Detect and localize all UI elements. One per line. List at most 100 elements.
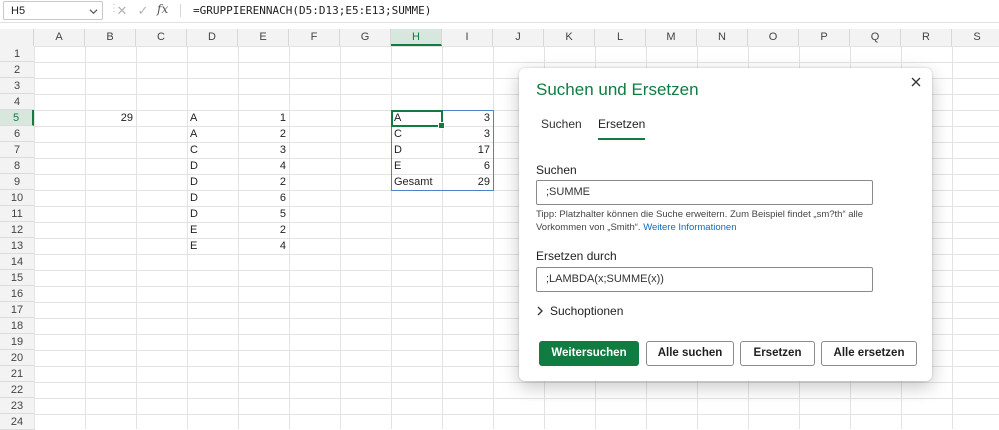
cell-d7[interactable]: C — [187, 142, 241, 158]
tab-search[interactable]: Suchen — [541, 117, 582, 138]
select-all-corner[interactable] — [0, 29, 34, 46]
active-cell-highlight[interactable] — [391, 110, 445, 129]
replace-label: Ersetzen durch — [536, 249, 617, 263]
row-header-15[interactable]: 15 — [0, 270, 34, 286]
cancel-icon[interactable]: ✕ — [114, 3, 130, 18]
cell-d13[interactable]: E — [187, 238, 241, 254]
row-header-21[interactable]: 21 — [0, 366, 34, 382]
cell-e13[interactable]: 4 — [238, 238, 289, 254]
search-options-label: Suchoptionen — [550, 304, 624, 318]
formula-input[interactable]: =GRUPPIERENNACH(D5:D13;E5:E13;SUMME) — [193, 4, 431, 17]
chevron-down-icon[interactable] — [89, 7, 98, 16]
more-info-link[interactable]: Weitere Informationen — [643, 222, 736, 233]
row-header-3[interactable]: 3 — [0, 78, 34, 94]
column-header-l[interactable]: L — [595, 29, 646, 46]
cell-d5[interactable]: A — [187, 110, 241, 126]
check-icon[interactable]: ✓ — [135, 3, 151, 18]
cell-e6[interactable]: 2 — [238, 126, 289, 142]
cell-e5[interactable]: 1 — [238, 110, 289, 126]
cell-d8[interactable]: D — [187, 158, 241, 174]
row-header-8[interactable]: 8 — [0, 158, 34, 174]
row-header-10[interactable]: 10 — [0, 190, 34, 206]
dialog-title: Suchen und Ersetzen — [536, 80, 699, 99]
row-header-4[interactable]: 4 — [0, 94, 34, 110]
row-header-22[interactable]: 22 — [0, 382, 34, 398]
cell-h7[interactable]: D — [391, 142, 445, 158]
column-header-d[interactable]: D — [187, 29, 238, 46]
row-header-2[interactable]: 2 — [0, 62, 34, 78]
cell-i7[interactable]: 17 — [442, 142, 493, 158]
close-icon[interactable] — [908, 74, 924, 90]
column-header-e[interactable]: E — [238, 29, 289, 46]
cell-e9[interactable]: 2 — [238, 174, 289, 190]
row-header-13[interactable]: 13 — [0, 238, 34, 254]
function-icon[interactable]: fx — [157, 2, 168, 16]
formula-separator — [180, 4, 181, 17]
name-box-value: H5 — [11, 5, 26, 17]
column-header-n[interactable]: N — [697, 29, 748, 46]
cell-d9[interactable]: D — [187, 174, 241, 190]
row-header-18[interactable]: 18 — [0, 318, 34, 334]
replace-all-button[interactable]: Alle ersetzen — [821, 341, 917, 366]
cell-h6[interactable]: C — [391, 126, 445, 142]
cell-b5[interactable]: 29 — [85, 110, 136, 126]
cell-d11[interactable]: D — [187, 206, 241, 222]
column-header-a[interactable]: A — [34, 29, 85, 46]
formula-bar: H5 ⋮ ✕ ✓ fx =GRUPPIERENNACH(D5:D13;E5:E1… — [0, 0, 999, 23]
cell-d10[interactable]: D — [187, 190, 241, 206]
column-header-p[interactable]: P — [799, 29, 850, 46]
row-header-11[interactable]: 11 — [0, 206, 34, 222]
column-header-i[interactable]: I — [442, 29, 493, 46]
row-header-14[interactable]: 14 — [0, 254, 34, 270]
column-header-g[interactable]: G — [340, 29, 391, 46]
row-header-6[interactable]: 6 — [0, 126, 34, 142]
row-header-20[interactable]: 20 — [0, 350, 34, 366]
row-header-12[interactable]: 12 — [0, 222, 34, 238]
search-input[interactable]: ;SUMME — [536, 180, 873, 205]
column-header-r[interactable]: R — [901, 29, 952, 46]
search-options-toggle[interactable]: Suchoptionen — [536, 304, 623, 318]
row-header-23[interactable]: 23 — [0, 398, 34, 414]
column-header-k[interactable]: K — [544, 29, 595, 46]
column-header-q[interactable]: Q — [850, 29, 901, 46]
cell-e11[interactable]: 5 — [238, 206, 289, 222]
cell-i5[interactable]: 3 — [442, 110, 493, 126]
row-header-9[interactable]: 9 — [0, 174, 34, 190]
row-header-19[interactable]: 19 — [0, 334, 34, 350]
row-header-17[interactable]: 17 — [0, 302, 34, 318]
find-replace-dialog: Suchen und Ersetzen Suchen Ersetzen Such… — [519, 68, 932, 381]
cell-h8[interactable]: E — [391, 158, 445, 174]
cell-d12[interactable]: E — [187, 222, 241, 238]
cell-h9[interactable]: Gesamt — [391, 174, 445, 190]
search-label: Suchen — [536, 163, 577, 177]
find-next-button[interactable]: Weitersuchen — [539, 341, 639, 366]
row-headers: 1 2 3 4 5 6 7 8 9 10 11 12 13 14 15 16 17 18 19 20 21 22 23 24 — [0, 46, 35, 430]
column-header-o[interactable]: O — [748, 29, 799, 46]
cell-e12[interactable]: 2 — [238, 222, 289, 238]
cell-i6[interactable]: 3 — [442, 126, 493, 142]
column-headers: ABCDEFGHIJKLMNOPQRS — [0, 29, 999, 47]
cell-e8[interactable]: 4 — [238, 158, 289, 174]
column-header-j[interactable]: J — [493, 29, 544, 46]
row-header-1[interactable]: 1 — [0, 46, 34, 62]
column-header-c[interactable]: C — [136, 29, 187, 46]
cell-i8[interactable]: 6 — [442, 158, 493, 174]
row-header-7[interactable]: 7 — [0, 142, 34, 158]
column-header-s[interactable]: S — [952, 29, 999, 46]
cell-d6[interactable]: A — [187, 126, 241, 142]
row-header-5[interactable]: 5 — [0, 110, 34, 126]
tab-replace[interactable]: Ersetzen — [598, 117, 646, 140]
row-header-16[interactable]: 16 — [0, 286, 34, 302]
column-header-f[interactable]: F — [289, 29, 340, 46]
cell-e7[interactable]: 3 — [238, 142, 289, 158]
row-header-24[interactable]: 24 — [0, 414, 34, 430]
column-header-b[interactable]: B — [85, 29, 136, 46]
find-all-button[interactable]: Alle suchen — [646, 341, 734, 366]
replace-input[interactable]: ;LAMBDA(x;SUMME(x)) — [536, 267, 873, 292]
name-box[interactable]: H5 — [3, 1, 103, 20]
column-header-h[interactable]: H — [391, 29, 442, 46]
column-header-m[interactable]: M — [646, 29, 697, 46]
cell-i9[interactable]: 29 — [442, 174, 493, 190]
replace-button[interactable]: Ersetzen — [740, 341, 815, 366]
cell-e10[interactable]: 6 — [238, 190, 289, 206]
